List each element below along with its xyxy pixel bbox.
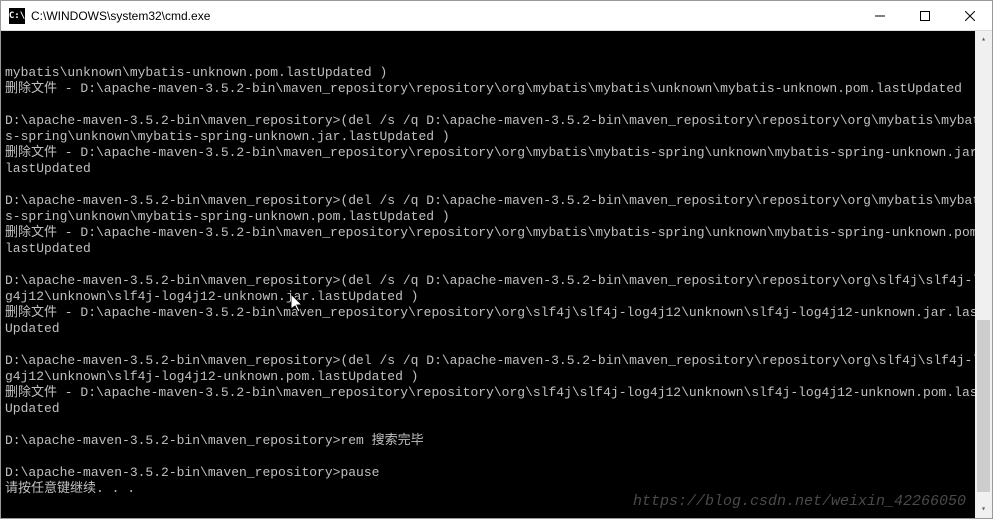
window-title: C:\WINDOWS\system32\cmd.exe [31, 9, 857, 23]
scroll-down-arrow[interactable]: ▾ [975, 501, 992, 518]
window-controls [857, 1, 992, 30]
scroll-track[interactable] [975, 48, 992, 501]
terminal-area[interactable]: mybatis\unknown\mybatis-unknown.pom.last… [1, 31, 992, 518]
close-button[interactable] [947, 1, 992, 30]
maximize-button[interactable] [902, 1, 947, 30]
minimize-button[interactable] [857, 1, 902, 30]
scroll-up-arrow[interactable]: ▴ [975, 31, 992, 48]
vertical-scrollbar[interactable]: ▴ ▾ [975, 31, 992, 518]
cmd-icon: C:\ [9, 8, 25, 24]
watermark-text: https://blog.csdn.net/weixin_42266050 [633, 494, 966, 510]
titlebar[interactable]: C:\ C:\WINDOWS\system32\cmd.exe [1, 1, 992, 31]
terminal-output: mybatis\unknown\mybatis-unknown.pom.last… [5, 65, 988, 497]
cmd-window: C:\ C:\WINDOWS\system32\cmd.exe mybatis\… [0, 0, 993, 519]
scroll-thumb[interactable] [977, 320, 990, 492]
